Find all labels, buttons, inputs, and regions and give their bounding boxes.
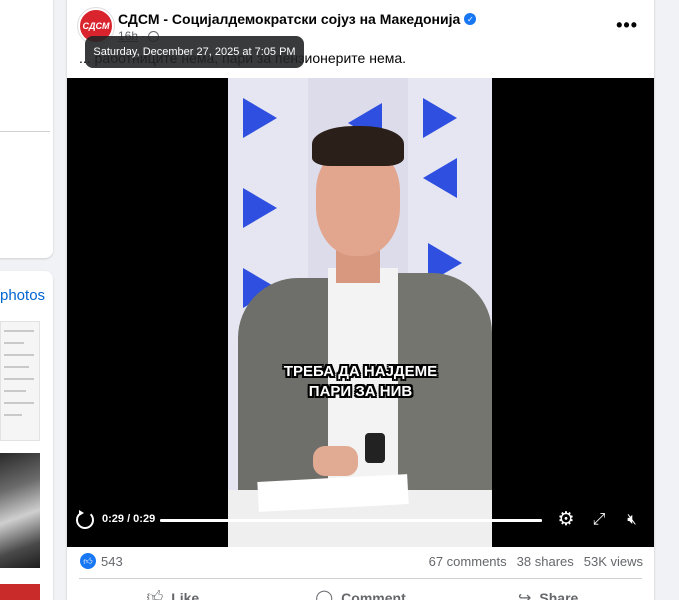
like-button[interactable]: 👍︎ Like [79, 579, 267, 600]
post-actions: 👍︎ Like ◯ Comment ↪ Share [79, 578, 642, 600]
reaction-count[interactable]: 543 [101, 554, 123, 569]
video-frame [228, 78, 492, 547]
comment-label: Comment [341, 589, 406, 600]
video-caption-line: ТРЕБА ДА НАЈДЕМЕ [283, 363, 438, 380]
like-label: Like [171, 589, 200, 600]
post-author[interactable]: СДСМ - Социјалдемократски сојуз на Макед… [118, 11, 477, 27]
replay-icon[interactable] [76, 510, 94, 529]
views-count: 53K views [583, 554, 643, 569]
reaction-stats: 👍︎ 543 67 comments 38 shares 53K views [67, 548, 654, 572]
shares-count[interactable]: 38 shares [517, 554, 574, 569]
author-name[interactable]: СДСМ - Социјалдемократски сојуз на Макед… [118, 11, 460, 27]
mute-icon[interactable]: 🔇︎ [620, 510, 644, 530]
thumbs-up-icon: 👍︎ [146, 589, 164, 600]
video-controls: 0:29 / 0:29 ⚙ ⤢ 🔇︎ [67, 506, 654, 536]
post-card: СДСМ СДСМ - Социјалдемократски сојуз на … [67, 0, 654, 600]
share-button[interactable]: ↪ Share [454, 579, 642, 600]
photos-card: photos [0, 271, 53, 600]
share-arrow-icon: ↪ [518, 589, 532, 600]
comment-button[interactable]: ◯ Comment [267, 579, 455, 600]
comments-count[interactable]: 67 comments [429, 554, 507, 569]
photo-thumbnail-document[interactable] [0, 321, 40, 441]
photo-thumbnail[interactable] [0, 584, 40, 600]
more-options-button[interactable]: ••• [616, 15, 638, 36]
comment-bubble-icon: ◯ [315, 589, 334, 600]
video-player[interactable]: ТРЕБА ДА НАЈДЕМЕ ПАРИ ЗА НИВ 0:29 / 0:29… [67, 78, 654, 547]
share-label: Share [539, 589, 579, 600]
avatar-logo-text: СДСМ [82, 21, 110, 31]
video-caption-line: ПАРИ ЗА НИВ [308, 383, 413, 400]
video-progress-fill [160, 519, 542, 522]
like-reaction-icon[interactable]: 👍︎ [80, 553, 96, 569]
video-time: 0:29 / 0:29 [102, 513, 156, 525]
photos-link[interactable]: photos [0, 287, 45, 304]
left-card [0, 0, 53, 258]
timestamp-tooltip: Saturday, December 27, 2025 at 7:05 PM [85, 36, 304, 68]
verified-badge-icon: ✓ [464, 13, 477, 25]
divider [0, 131, 50, 132]
video-progress-bar[interactable] [160, 519, 542, 522]
photo-thumbnail[interactable] [0, 453, 40, 568]
fullscreen-icon[interactable]: ⤢ [589, 510, 609, 530]
gear-icon[interactable]: ⚙ [556, 510, 576, 530]
